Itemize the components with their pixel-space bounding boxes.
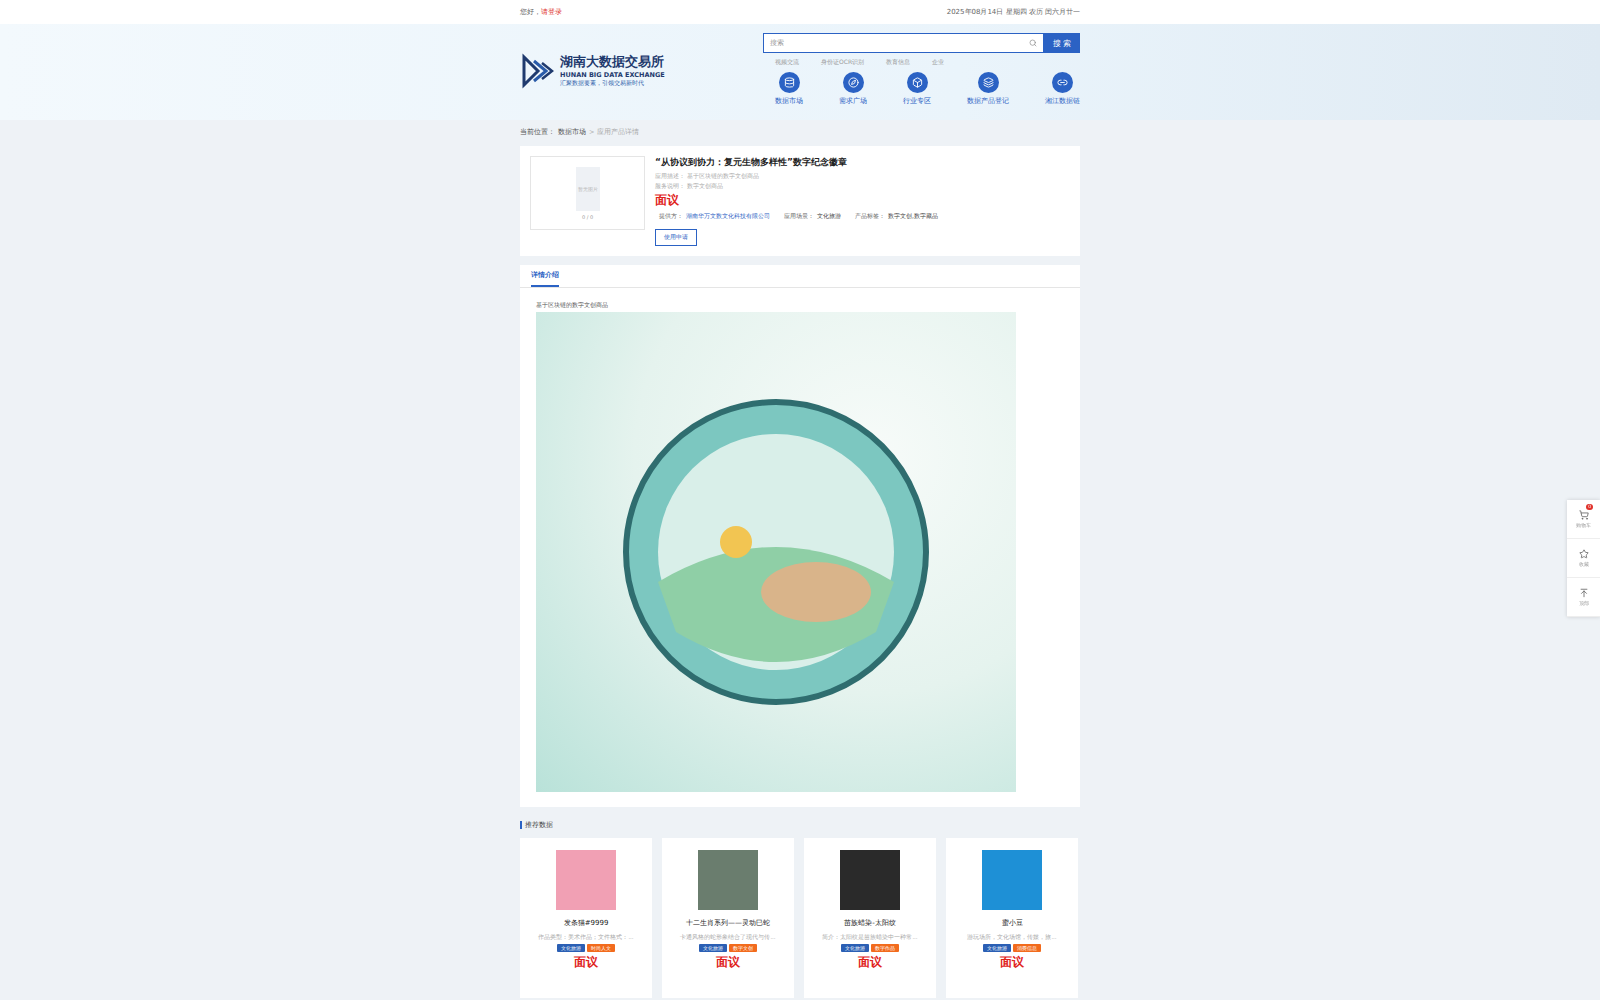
recommend-card[interactable]: 发条猫#9999 作品类型：美术作品；文件格式：... 文化旅游时尚人文面议	[520, 838, 652, 998]
nav-item[interactable]: 数据产品登记	[967, 72, 1009, 106]
cart-badge: 0	[1586, 504, 1593, 510]
card-tag: 时尚人文	[587, 944, 615, 952]
card-price: 面议	[574, 954, 598, 971]
tab[interactable]: 详情介绍	[531, 265, 559, 287]
product-field: 应用描述： 基于区块链的数字文创商品	[655, 172, 1070, 181]
detail-text: 基于区块链的数字文创商品	[520, 288, 1080, 312]
hot-word[interactable]: 教育信息	[886, 58, 910, 67]
nav-icon	[912, 77, 923, 88]
card-tag: 文化旅游	[841, 944, 869, 952]
product-price: 面议	[655, 192, 1070, 209]
card-image	[556, 850, 616, 910]
recommend-card[interactable]: 十二生肖系列——灵动巳蛇卡通风格的蛇形象结合了现代与传... 文化旅游数字文创面议	[662, 838, 794, 998]
badge-illustration	[536, 312, 1016, 792]
logo[interactable]: 湖南大数据交易所HUNAN BIG DATA EXCHANGE汇聚数据要素，引领…	[520, 33, 665, 108]
side-tool[interactable]: 0购物车	[1567, 500, 1600, 539]
header: 湖南大数据交易所HUNAN BIG DATA EXCHANGE汇聚数据要素，引领…	[0, 24, 1600, 120]
card-tag: 数字作品	[871, 944, 899, 952]
logo-slogan: 汇聚数据要素，引领交易新时代	[560, 79, 665, 88]
card-image	[698, 850, 758, 910]
card-title: 十二生肖系列——灵动巳蛇	[686, 918, 770, 928]
breadcrumb-link[interactable]: 数据市场	[558, 128, 586, 137]
card-desc: 作品类型：美术作品；文件格式：...	[538, 934, 633, 941]
recommend-grid: 发条猫#9999作品类型：美术作品；文件格式：...文化旅游时尚人文面议十二生肖…	[520, 838, 1080, 998]
card-tag: 数字文创	[729, 944, 757, 952]
card-price: 面议	[858, 954, 882, 971]
page: 您好，请登录 2025年08月14日 星期四 农历 闰六月廿一湖南大数据交易所HU…	[0, 0, 1600, 1000]
recommend-card[interactable]: 蜜小豆游玩场所，文化场馆，传媒，旅... 文化旅游消费信息面议	[946, 838, 1078, 998]
product-meta: 应用场景：文化旅游	[784, 212, 841, 221]
side-tool-icon	[1579, 549, 1589, 559]
side-toolbar: 0购物车收藏顶部	[1567, 500, 1600, 617]
hot-words: 视频交流 身份证OCR识别 教育信息 企业	[763, 53, 1080, 67]
hot-word[interactable]: 视频交流	[775, 58, 799, 67]
card-price: 面议	[1000, 954, 1024, 971]
logo-english: HUNAN BIG DATA EXCHANGE	[560, 71, 665, 79]
side-tool[interactable]: 收藏	[1567, 539, 1600, 578]
card-tag: 消费信息	[1013, 944, 1041, 952]
greeting: 您好，请登录	[520, 7, 562, 17]
hot-word[interactable]: 身份证OCR识别	[821, 58, 864, 67]
card-tag: 文化旅游	[983, 944, 1011, 952]
product-meta[interactable]: 提供方：湖南华万文数文化科技有限公司	[659, 212, 770, 221]
card-image	[982, 850, 1042, 910]
recommend-card[interactable]: 苗族蜡染-太阳纹简介：太阳纹是苗族蜡染中一种常... 文化旅游数字作品面议	[804, 838, 936, 998]
login-link[interactable]: 请登录	[541, 8, 562, 16]
breadcrumb-current: 应用产品详情	[597, 128, 639, 137]
search-button[interactable]: 搜 索	[1044, 33, 1080, 53]
date: 2025年08月14日 星期四 农历 闰六月廿一	[947, 7, 1080, 17]
search-bar: 搜索搜 索	[763, 33, 1080, 53]
card-image	[840, 850, 900, 910]
main-nav: 数据市场 需求广场 行业专区 数据产品登记 湘江数据链	[763, 67, 1080, 106]
nav-icon	[848, 77, 859, 88]
card-desc: 游玩场所，文化场馆，传媒，旅...	[967, 934, 1056, 941]
nav-item[interactable]: 数据市场	[775, 72, 803, 106]
apply-button[interactable]: 使用申请	[655, 229, 697, 246]
nav-item[interactable]: 需求广场	[839, 72, 867, 106]
search-field[interactable]: 搜索	[763, 33, 1044, 53]
nav-icon	[784, 77, 795, 88]
product-meta: 产品标签：数字文创,数字藏品	[855, 212, 938, 221]
product-title: “从协议到协力：复元生物多样性”数字纪念徽章	[655, 156, 1070, 169]
badge-icon	[616, 392, 936, 712]
nav-item[interactable]: 行业专区	[903, 72, 931, 106]
side-tool-icon	[1579, 588, 1589, 598]
hot-word[interactable]: 企业	[932, 58, 944, 67]
card-desc: 卡通风格的蛇形象结合了现代与传...	[680, 934, 775, 941]
card-title: 发条猫#9999	[564, 918, 609, 928]
product-card: 暂无图片0 / 0 “从协议到协力：复元生物多样性”数字纪念徽章应用描述： 基于区…	[520, 146, 1080, 256]
card-tag: 文化旅游	[699, 944, 727, 952]
logo-icon	[520, 53, 556, 89]
card-desc: 简介：太阳纹是苗族蜡染中一种常...	[822, 934, 917, 941]
nav-icon	[983, 77, 994, 88]
recommend-title: 推荐数据	[520, 807, 1080, 838]
tab-bar: 详情介绍	[520, 265, 1080, 288]
nav-item[interactable]: 湘江数据链	[1045, 72, 1080, 106]
product-image: 暂无图片0 / 0	[530, 156, 645, 230]
breadcrumb: 当前位置：数据市场>应用产品详情	[520, 120, 1080, 146]
nav-icon	[1057, 77, 1068, 88]
image-counter: 0 / 0	[582, 214, 593, 220]
search-icon	[1029, 39, 1037, 47]
card-price: 面议	[716, 954, 740, 971]
product-field: 服务说明： 数字文创商品	[655, 182, 1070, 191]
card-tag: 文化旅游	[557, 944, 585, 952]
side-tool[interactable]: 顶部	[1567, 578, 1600, 617]
detail-panel: 详情介绍基于区块链的数字文创商品	[520, 265, 1080, 807]
card-title: 苗族蜡染-太阳纹	[844, 918, 896, 928]
card-title: 蜜小豆	[1002, 918, 1023, 928]
top-bar: 您好，请登录 2025年08月14日 星期四 农历 闰六月廿一	[0, 0, 1600, 24]
logo-name: 湖南大数据交易所	[560, 53, 665, 71]
side-tool-icon	[1579, 510, 1589, 520]
